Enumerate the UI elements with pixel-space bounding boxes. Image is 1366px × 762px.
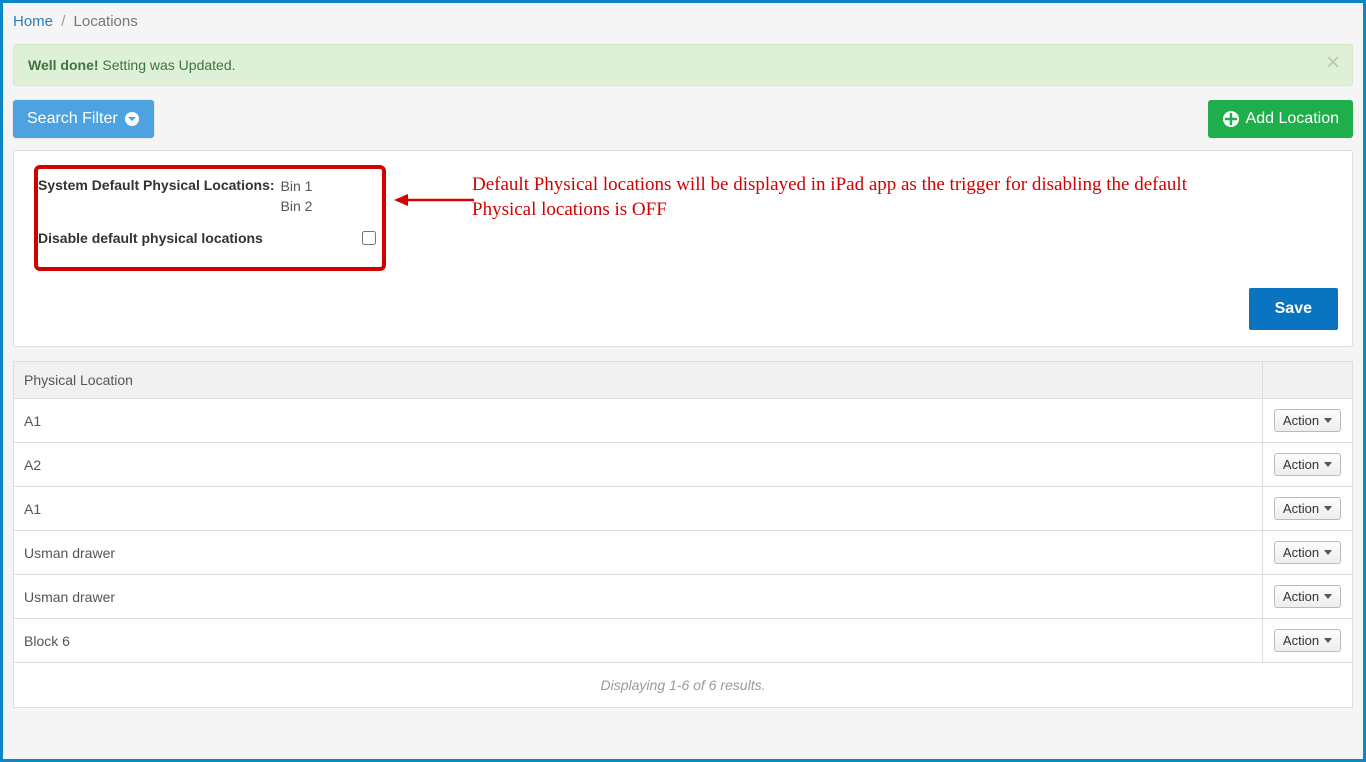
locations-table: Physical Location A1 Action A2 Action A1 Acti… bbox=[13, 361, 1353, 663]
save-button[interactable]: Save bbox=[1249, 288, 1338, 330]
action-label: Action bbox=[1283, 501, 1319, 516]
alert-text: Setting was Updated. bbox=[99, 57, 236, 73]
action-button[interactable]: Action bbox=[1274, 409, 1341, 432]
annotation-text: Default Physical locations will be displ… bbox=[472, 173, 1192, 222]
location-cell: Usman drawer bbox=[14, 531, 1263, 575]
toolbar: Search Filter Add Location bbox=[3, 100, 1363, 150]
action-label: Action bbox=[1283, 633, 1319, 648]
table-row: A1 Action bbox=[14, 399, 1353, 443]
action-cell: Action bbox=[1263, 487, 1353, 531]
default-bin-0: Bin 1 bbox=[281, 177, 313, 197]
table-row: Usman drawer Action bbox=[14, 575, 1353, 619]
pager-text: Displaying 1-6 of 6 results. bbox=[13, 663, 1353, 708]
action-cell: Action bbox=[1263, 575, 1353, 619]
chevron-down-icon bbox=[1324, 418, 1332, 423]
search-filter-button[interactable]: Search Filter bbox=[13, 100, 154, 138]
table-row: A2 Action bbox=[14, 443, 1353, 487]
table-row: Block 6 Action bbox=[14, 619, 1353, 663]
table-header-action bbox=[1263, 362, 1353, 399]
location-cell: A1 bbox=[14, 399, 1263, 443]
table-row: A1 Action bbox=[14, 487, 1353, 531]
location-cell: A1 bbox=[14, 487, 1263, 531]
add-location-label: Add Location bbox=[1246, 110, 1339, 128]
location-cell: A2 bbox=[14, 443, 1263, 487]
action-cell: Action bbox=[1263, 619, 1353, 663]
action-button[interactable]: Action bbox=[1274, 453, 1341, 476]
chevron-down-icon bbox=[1324, 638, 1332, 643]
settings-panel: System Default Physical Locations: Bin 1… bbox=[13, 150, 1353, 347]
action-button[interactable]: Action bbox=[1274, 629, 1341, 652]
action-button[interactable]: Action bbox=[1274, 541, 1341, 564]
action-label: Action bbox=[1283, 413, 1319, 428]
chevron-down-icon bbox=[1324, 594, 1332, 599]
breadcrumb-separator: / bbox=[61, 13, 65, 30]
alert-strong: Well done! bbox=[28, 57, 99, 73]
default-locations-label: System Default Physical Locations: bbox=[38, 177, 275, 193]
default-bin-1: Bin 2 bbox=[281, 197, 313, 217]
disable-default-label: Disable default physical locations bbox=[38, 230, 263, 246]
breadcrumb-home[interactable]: Home bbox=[13, 13, 53, 30]
add-location-button[interactable]: Add Location bbox=[1208, 100, 1353, 138]
chevron-down-icon bbox=[1324, 550, 1332, 555]
action-cell: Action bbox=[1263, 531, 1353, 575]
search-filter-label: Search Filter bbox=[27, 110, 118, 128]
action-label: Action bbox=[1283, 457, 1319, 472]
breadcrumb-current: Locations bbox=[74, 13, 138, 30]
location-cell: Block 6 bbox=[14, 619, 1263, 663]
close-icon[interactable]: × bbox=[1326, 51, 1340, 75]
chevron-down-icon bbox=[1324, 462, 1332, 467]
action-button[interactable]: Action bbox=[1274, 585, 1341, 608]
action-cell: Action bbox=[1263, 443, 1353, 487]
annotation-arrow bbox=[394, 193, 474, 199]
plus-icon bbox=[1222, 110, 1240, 128]
breadcrumb: Home / Locations bbox=[3, 3, 1363, 40]
action-button[interactable]: Action bbox=[1274, 497, 1341, 520]
action-label: Action bbox=[1283, 589, 1319, 604]
table-row: Usman drawer Action bbox=[14, 531, 1353, 575]
alert-success: Well done! Setting was Updated. × bbox=[13, 44, 1353, 86]
disable-default-checkbox[interactable] bbox=[362, 231, 376, 245]
table-header-location[interactable]: Physical Location bbox=[14, 362, 1263, 399]
action-cell: Action bbox=[1263, 399, 1353, 443]
default-locations-values: Bin 1 Bin 2 bbox=[281, 177, 313, 216]
chevron-down-icon bbox=[124, 111, 140, 127]
action-label: Action bbox=[1283, 545, 1319, 560]
chevron-down-icon bbox=[1324, 506, 1332, 511]
location-cell: Usman drawer bbox=[14, 575, 1263, 619]
